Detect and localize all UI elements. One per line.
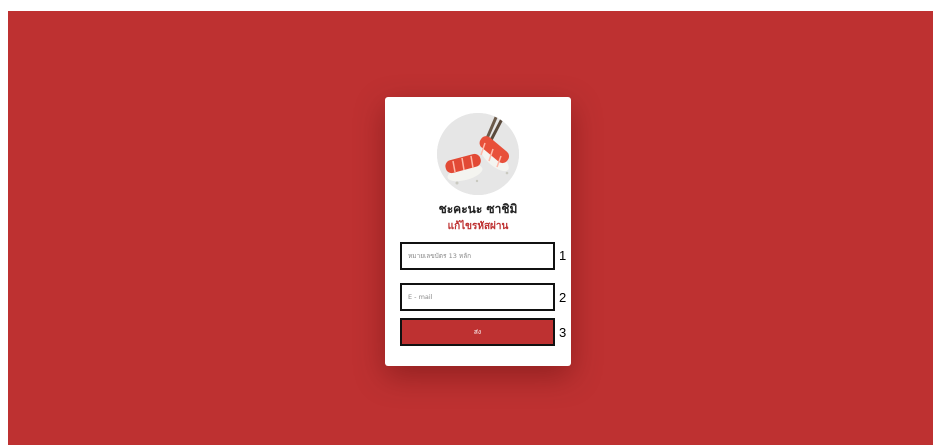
email-input[interactable] <box>400 283 555 311</box>
page-subtitle: แก้ไขรหัสผ่าน <box>447 221 509 232</box>
submit-button[interactable]: ส่ง <box>400 318 555 346</box>
annotation-marker-2: 2 <box>559 290 567 305</box>
annotation-marker-1: 1 <box>559 248 567 263</box>
restaurant-name: ชะคะนะ ซาชิมิ <box>438 202 518 216</box>
id-card-number-input[interactable] <box>400 242 555 270</box>
annotation-marker-3: 3 <box>559 325 567 340</box>
restaurant-logo <box>437 113 519 195</box>
salmon-sushi-chopsticks-icon <box>437 113 519 195</box>
